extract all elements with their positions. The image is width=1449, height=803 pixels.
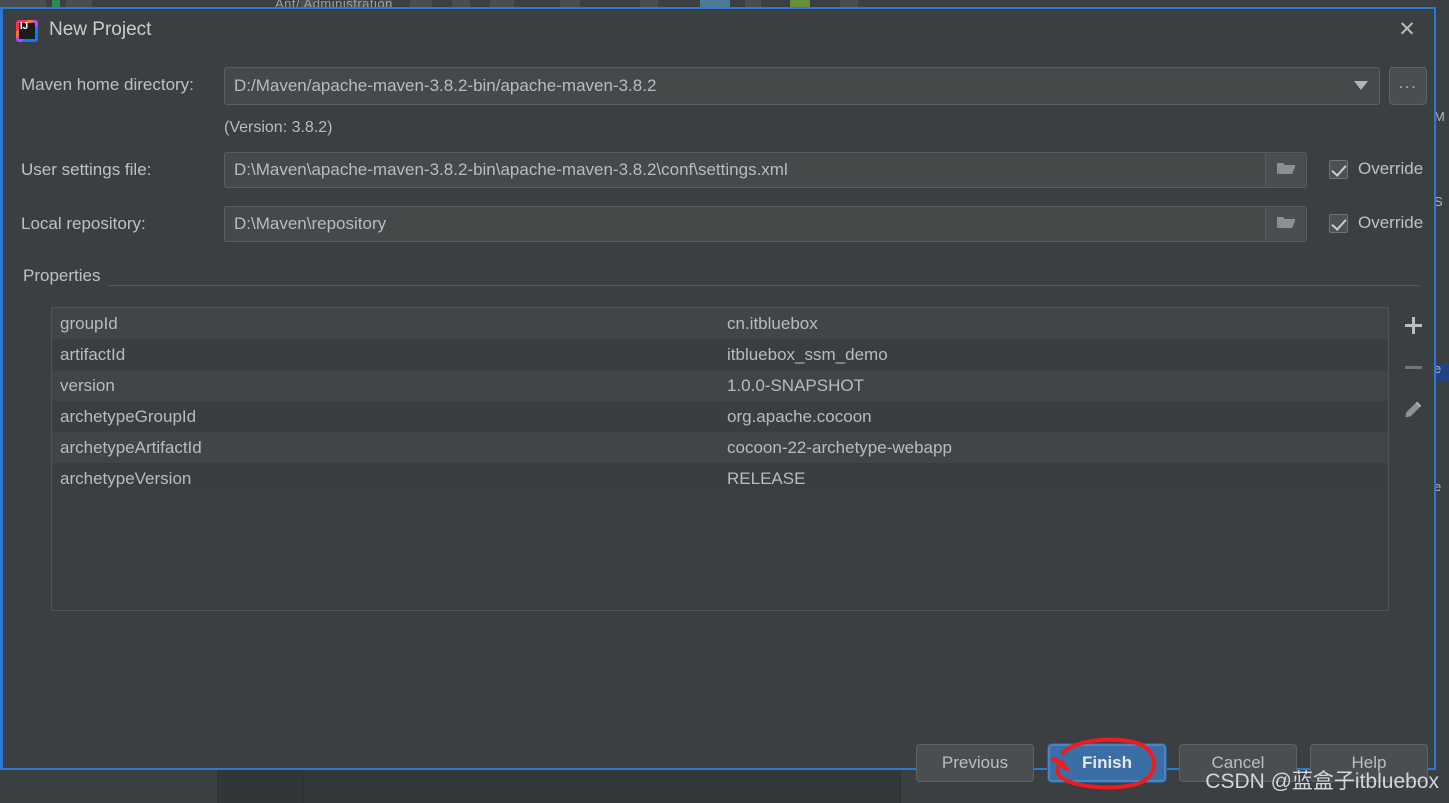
maven-home-value: D:/Maven/apache-maven-3.8.2-bin/apache-m…: [234, 76, 657, 95]
property-value: RELEASE: [727, 468, 806, 488]
table-row[interactable]: archetypeArtifactId cocoon-22-archetype-…: [52, 432, 1388, 463]
local-repository-override-checkbox[interactable]: Override: [1329, 213, 1423, 233]
background-edge-text-4: e: [1436, 479, 1442, 494]
properties-group-label: Properties: [23, 266, 109, 286]
property-key: archetypeVersion: [60, 468, 192, 488]
background-editor-edge: M S e e: [1436, 9, 1449, 769]
user-settings-input[interactable]: D:\Maven\apache-maven-3.8.2-bin\apache-m…: [224, 152, 1307, 188]
properties-separator: [23, 285, 1419, 286]
background-edge-text-1: M: [1436, 109, 1445, 124]
table-row[interactable]: archetypeGroupId org.apache.cocoon: [52, 401, 1388, 432]
property-key: artifactId: [60, 344, 126, 364]
local-repository-label: Local repository:: [21, 214, 146, 233]
previous-button[interactable]: Previous: [916, 744, 1034, 782]
maven-home-browse-button[interactable]: ...: [1389, 67, 1427, 105]
property-value: 1.0.0-SNAPSHOT: [727, 375, 864, 395]
folder-open-icon: [1276, 214, 1296, 235]
add-property-button[interactable]: [1393, 307, 1433, 349]
new-project-dialog: IJ New Project ✕ Maven home directory: D…: [0, 7, 1436, 782]
local-repository-value: D:\Maven\repository: [234, 214, 387, 233]
dialog-title: New Project: [49, 19, 152, 40]
property-value: itbluebox_ssm_demo: [727, 344, 888, 364]
background-edge-text-3: e: [1436, 361, 1442, 376]
table-row[interactable]: groupId cn.itbluebox: [52, 308, 1388, 339]
background-edge-text-2: S: [1436, 194, 1443, 209]
minus-icon: [1404, 358, 1423, 382]
local-repository-input[interactable]: D:\Maven\repository: [224, 206, 1307, 242]
maven-home-label: Maven home directory:: [21, 75, 194, 94]
local-repository-override-label: Override: [1358, 213, 1424, 232]
property-value: org.apache.cocoon: [727, 406, 872, 426]
property-key: groupId: [60, 313, 118, 333]
edit-property-button[interactable]: [1393, 391, 1433, 433]
remove-property-button[interactable]: [1393, 349, 1433, 391]
folder-open-icon: [1276, 160, 1296, 181]
maven-home-input[interactable]: D:/Maven/apache-maven-3.8.2-bin/apache-m…: [224, 67, 1343, 105]
local-repository-browse-button[interactable]: [1265, 208, 1305, 240]
user-settings-override-checkbox[interactable]: Override: [1329, 159, 1423, 179]
table-row[interactable]: archetypeVersion RELEASE: [52, 463, 1388, 494]
property-key: archetypeArtifactId: [60, 437, 202, 457]
chevron-down-icon: [1353, 77, 1368, 95]
plus-icon: [1404, 316, 1423, 340]
csdn-watermark: CSDN @蓝盒子itbluebox: [1205, 770, 1439, 793]
property-key: archetypeGroupId: [60, 406, 197, 426]
maven-home-dropdown-button[interactable]: [1342, 67, 1380, 105]
maven-version-note: (Version: 3.8.2): [224, 119, 333, 136]
pencil-icon: [1404, 400, 1423, 424]
checkbox-box: [1329, 213, 1348, 233]
property-value: cocoon-22-archetype-webapp: [727, 437, 952, 457]
table-row[interactable]: version 1.0.0-SNAPSHOT: [52, 370, 1388, 401]
close-icon[interactable]: ✕: [1390, 16, 1424, 44]
logo-text: IJ: [19, 21, 29, 32]
properties-toolbar: [1393, 307, 1433, 437]
property-value: cn.itbluebox: [727, 313, 818, 333]
properties-table[interactable]: groupId cn.itbluebox artifactId itbluebo…: [51, 307, 1389, 611]
user-settings-browse-button[interactable]: [1265, 154, 1305, 186]
finish-button[interactable]: Finish: [1048, 744, 1166, 782]
user-settings-label: User settings file:: [21, 160, 152, 179]
user-settings-override-label: Override: [1358, 159, 1424, 178]
intellij-idea-logo-icon: IJ: [16, 20, 38, 42]
table-row[interactable]: artifactId itbluebox_ssm_demo: [52, 339, 1388, 370]
dialog-titlebar: IJ New Project ✕: [3, 9, 1434, 49]
user-settings-value: D:\Maven\apache-maven-3.8.2-bin\apache-m…: [234, 160, 788, 179]
checkbox-box: [1329, 159, 1348, 179]
property-key: version: [60, 375, 115, 395]
